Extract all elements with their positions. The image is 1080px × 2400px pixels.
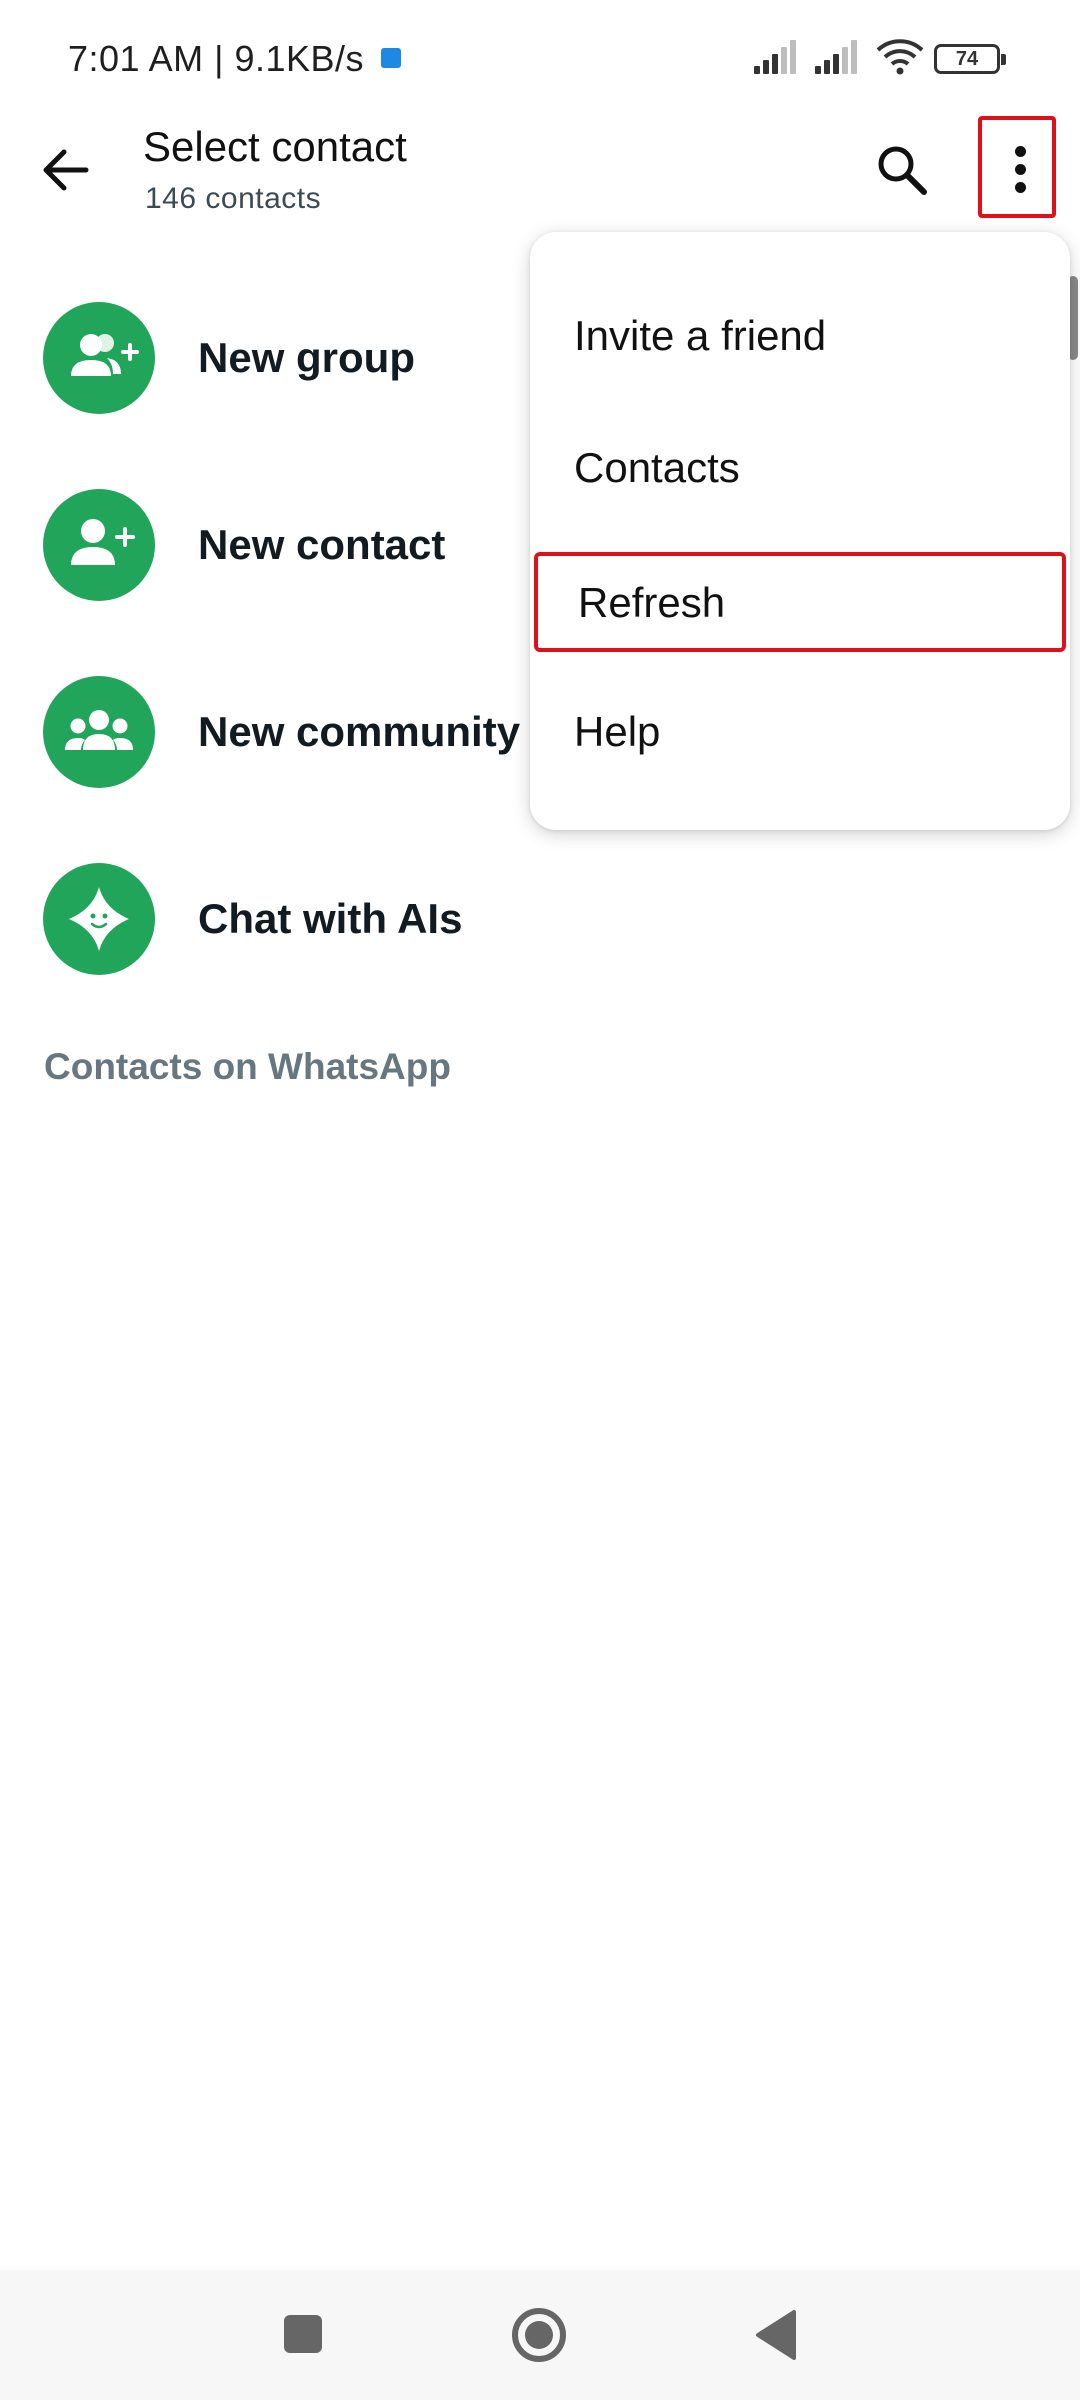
screen: 7:01 AM | 9.1KB/s 74 Select contact 146 … xyxy=(0,0,1080,2400)
new-community-item[interactable]: New community xyxy=(0,658,540,808)
community-icon xyxy=(43,676,155,788)
menu-item-label: Invite a friend xyxy=(574,312,827,359)
back-arrow-icon[interactable] xyxy=(36,140,96,200)
home-button-icon[interactable] xyxy=(484,2270,594,2400)
notification-icon xyxy=(381,48,401,68)
app-bar: Select contact 146 contacts xyxy=(0,116,1080,250)
status-time: 7:01 AM | 9.1KB/s xyxy=(68,38,365,79)
section-header: Contacts on WhatsApp xyxy=(44,1046,451,1087)
page-title: Select contact xyxy=(143,123,407,170)
menu-item-label: Contacts xyxy=(574,444,740,491)
navigation-bar xyxy=(0,2270,1080,2400)
back-button-icon[interactable] xyxy=(720,2270,830,2400)
new-community-label: New community xyxy=(198,708,521,755)
new-contact-label: New contact xyxy=(198,521,446,568)
menu-item-refresh[interactable]: Refresh xyxy=(534,552,1066,652)
person-add-icon xyxy=(43,489,155,601)
new-group-label: New group xyxy=(198,334,415,381)
menu-item-help[interactable]: Help xyxy=(530,666,1070,798)
menu-item-contacts[interactable]: Contacts xyxy=(530,402,1070,534)
signal-icon xyxy=(754,40,800,74)
more-options-button[interactable] xyxy=(978,116,1056,218)
new-contact-item[interactable]: New contact xyxy=(0,471,540,621)
group-add-icon xyxy=(43,302,155,414)
chat-with-ais-item[interactable]: Chat with AIs xyxy=(0,845,540,995)
status-bar: 7:01 AM | 9.1KB/s 74 xyxy=(0,0,1080,120)
battery-level: 74 xyxy=(955,48,979,70)
ai-sparkle-icon xyxy=(43,863,155,975)
menu-item-invite-friend[interactable]: Invite a friend xyxy=(530,270,1070,402)
menu-item-label: Refresh xyxy=(578,579,726,626)
wifi-icon xyxy=(876,39,924,75)
overflow-menu: Invite a friend Contacts Refresh Help xyxy=(530,232,1070,830)
menu-item-label: Help xyxy=(574,708,661,755)
signal-icon-2 xyxy=(815,40,861,74)
battery-icon: 74 xyxy=(934,44,1006,74)
chat-with-ais-label: Chat with AIs xyxy=(198,895,463,942)
contacts-count: 146 contacts xyxy=(145,182,322,215)
search-icon[interactable] xyxy=(870,138,934,202)
recents-button-icon[interactable] xyxy=(248,2270,358,2400)
new-group-item[interactable]: New group xyxy=(0,284,540,434)
